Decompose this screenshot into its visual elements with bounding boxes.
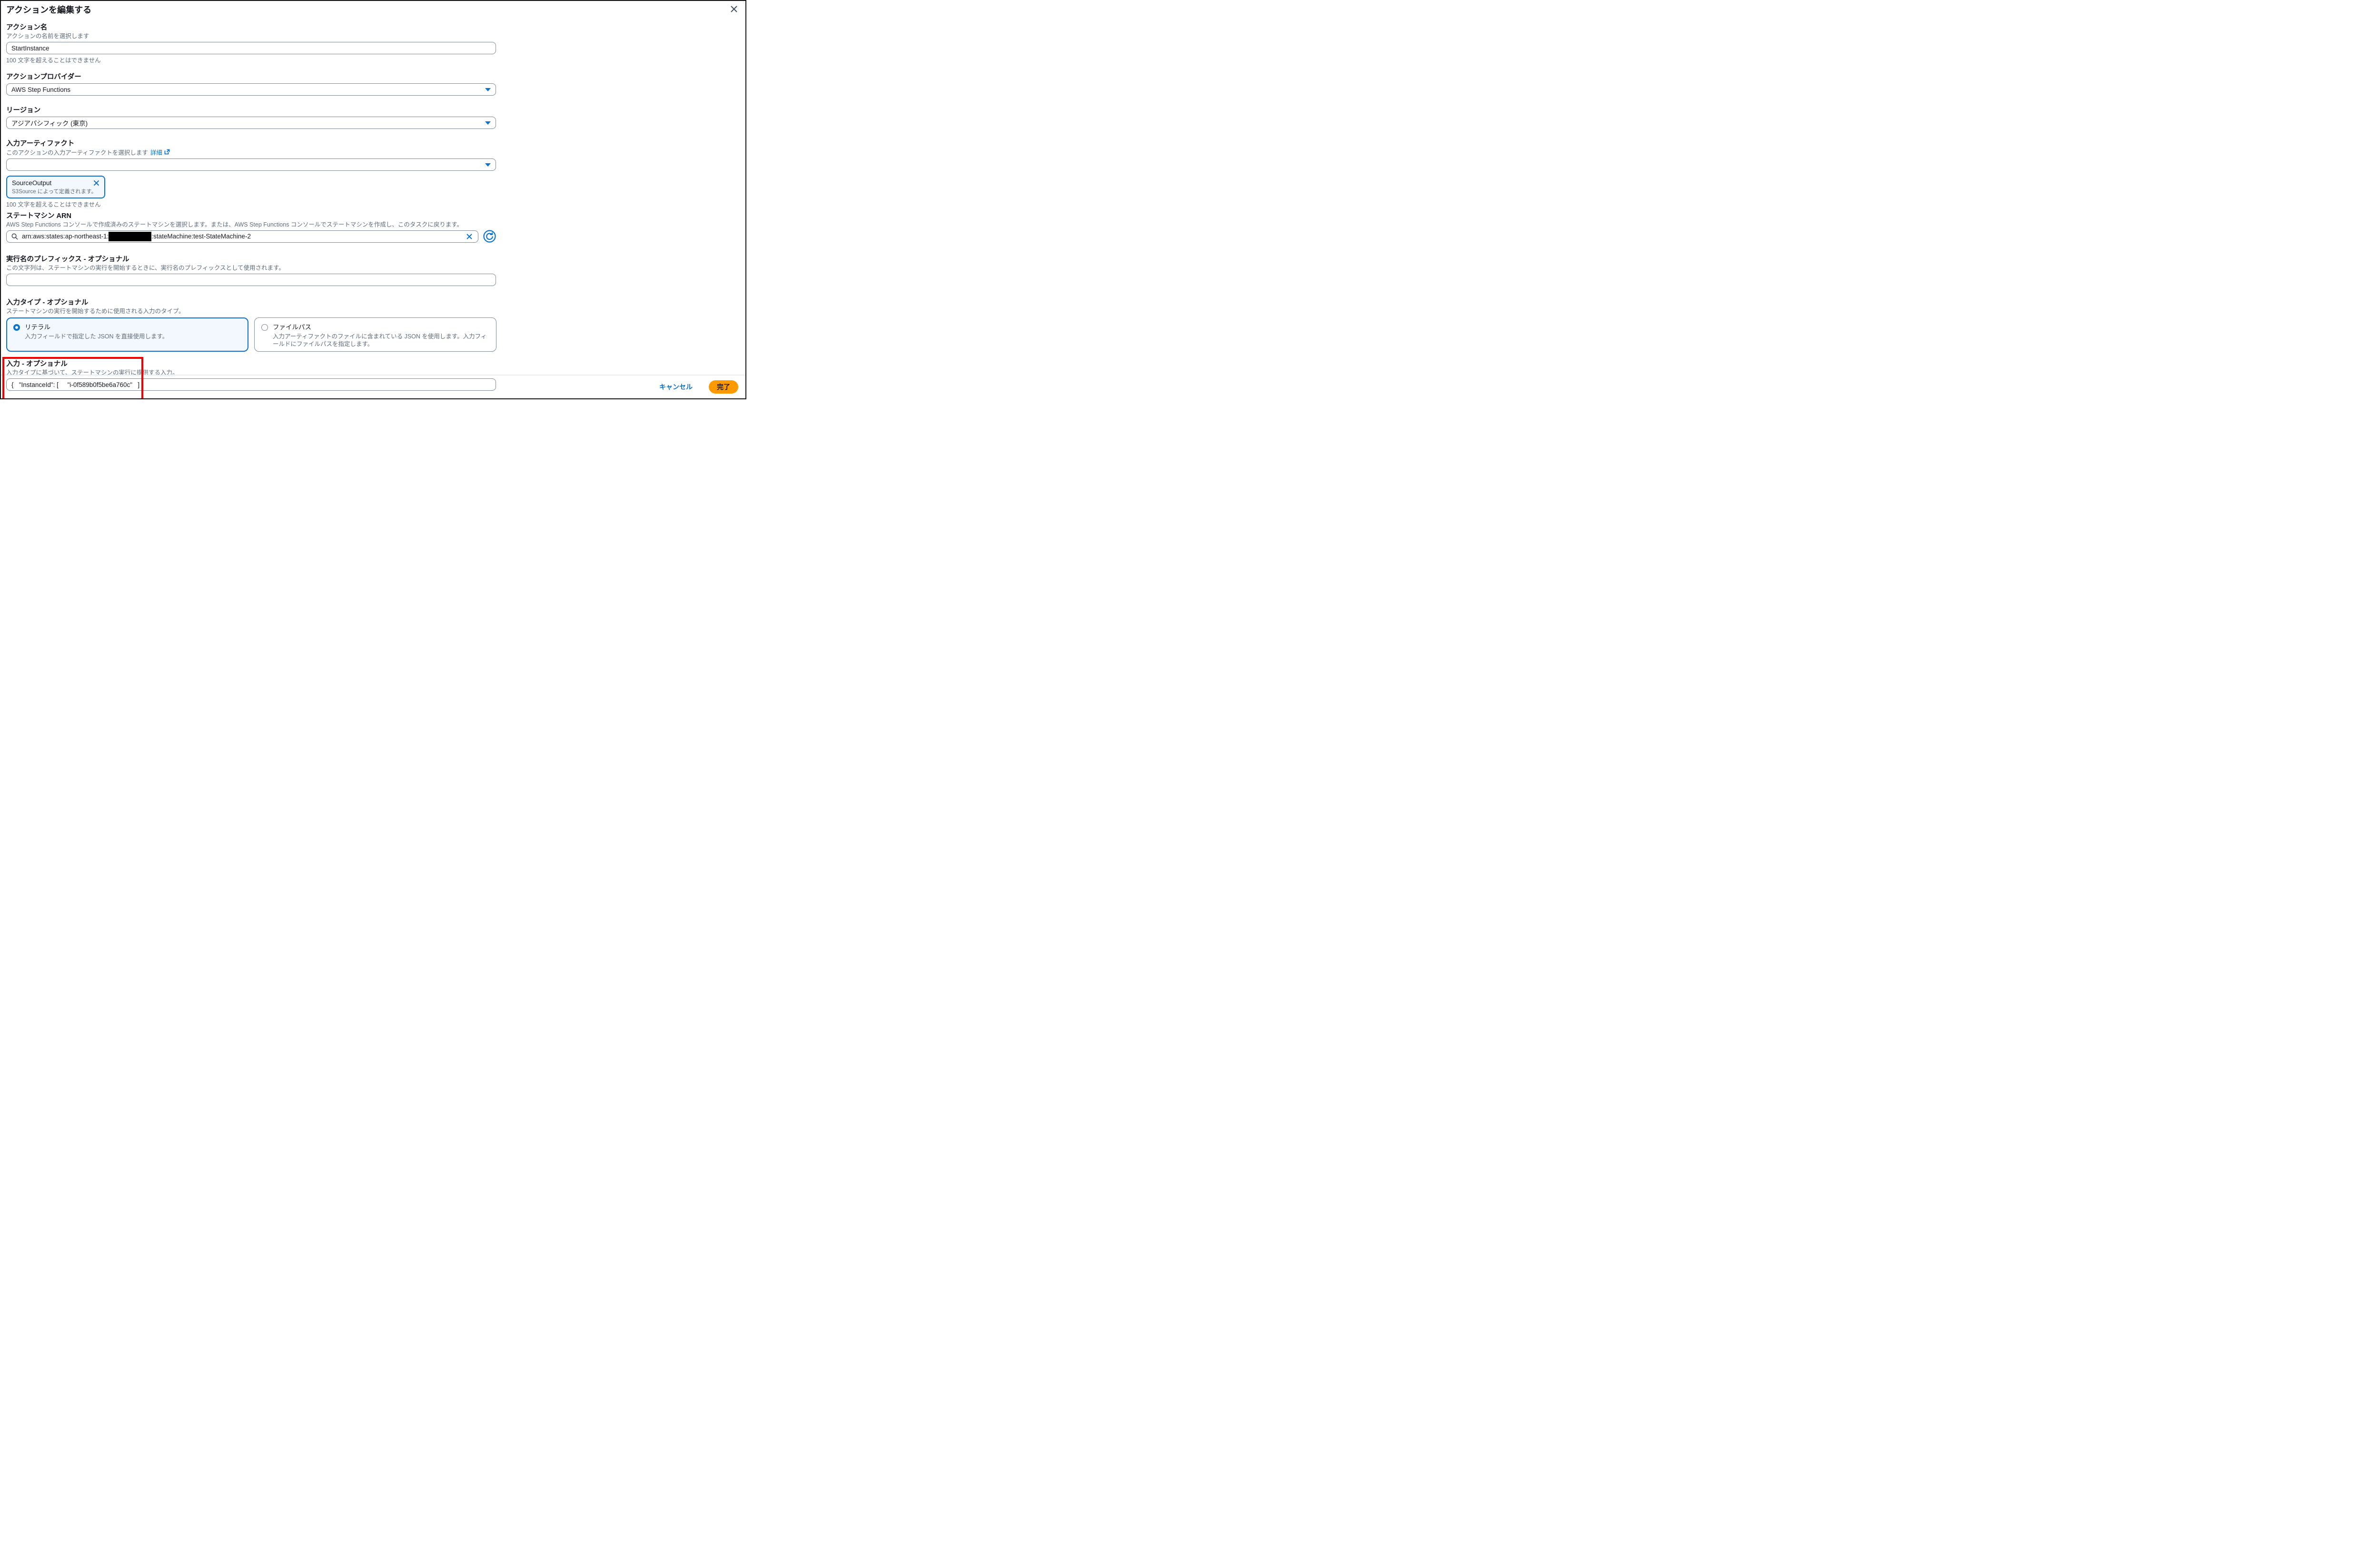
input-type-description: ステートマシンの実行を開始するために使用される入力のタイプ。 [6, 308, 739, 315]
dropdown-caret-icon [485, 121, 491, 125]
action-provider-group: アクションプロバイダー AWS Step Functions [6, 73, 739, 96]
input-type-option-description: 入力アーティファクトのファイルに含まれている JSON を使用します。入力フィー… [273, 333, 489, 348]
state-machine-arn-value: arn:aws:states:ap-northeast-1: :stateMac… [22, 232, 462, 241]
execution-prefix-group: 実行名のプレフィックス - オプショナル この文字列は、ステートマシンの実行を開… [6, 256, 739, 286]
artifact-chip-sourceoutput: SourceOutput S3Source によって定義されます。 [6, 176, 105, 198]
close-icon [730, 5, 738, 15]
action-provider-value: AWS Step Functions [11, 86, 70, 93]
refresh-button[interactable] [483, 230, 496, 243]
region-label: リージョン [6, 107, 739, 115]
action-name-hint: 100 文字を超えることはできません [6, 57, 739, 64]
radio-selected-icon[interactable] [13, 324, 20, 331]
clear-button[interactable] [466, 233, 473, 240]
input-artifacts-group: 入力アーティファクト このアクションの入力アーティファクトを選択します 詳細 S… [6, 140, 739, 208]
artifact-chip-description: S3Source によって定義されます。 [12, 188, 100, 195]
input-type-option-filepath[interactable]: ファイルパス 入力アーティファクトのファイルに含まれている JSON を使用しま… [254, 317, 496, 352]
action-provider-label: アクションプロバイダー [6, 73, 739, 81]
input-artifacts-label: 入力アーティファクト [6, 140, 739, 148]
state-machine-arn-input[interactable]: arn:aws:states:ap-northeast-1: :stateMac… [6, 230, 478, 243]
state-machine-arn-description: AWS Step Functions コンソールで作成済みのステートマシンを選択… [6, 221, 739, 228]
execution-prefix-label: 実行名のプレフィックス - オプショナル [6, 256, 739, 264]
action-name-description: アクションの名前を選択します [6, 33, 739, 40]
dropdown-caret-icon [485, 88, 491, 91]
region-select[interactable]: アジアパシフィック (東京) [6, 117, 496, 129]
done-button[interactable]: 完了 [709, 380, 738, 394]
action-provider-select[interactable]: AWS Step Functions [6, 83, 496, 96]
close-button[interactable] [730, 6, 738, 14]
cancel-button[interactable]: キャンセル [656, 382, 695, 392]
input-json-label: 入力 - オプショナル [6, 360, 739, 368]
dialog-footer: キャンセル 完了 [1, 375, 745, 398]
dialog-title: アクションを編集する [6, 5, 739, 15]
edit-action-dialog: アクションを編集する アクション名 アクションの名前を選択します 100 文字を… [0, 0, 746, 399]
input-type-group: 入力タイプ - オプショナル ステートマシンの実行を開始するために使用される入力… [6, 299, 739, 352]
dropdown-caret-icon [485, 163, 491, 167]
detail-link[interactable]: 詳細 [150, 149, 170, 157]
input-type-option-label: リテラル [25, 323, 168, 331]
chip-remove-button[interactable] [93, 180, 100, 187]
region-value: アジアパシフィック (東京) [11, 118, 88, 128]
action-name-input[interactable] [6, 42, 496, 54]
action-name-label: アクション名 [6, 24, 739, 32]
artifact-chip-name: SourceOutput [12, 179, 100, 187]
input-artifacts-hint: 100 文字を超えることはできません [6, 201, 739, 208]
state-machine-arn-group: ステートマシン ARN AWS Step Functions コンソールで作成済… [6, 212, 739, 243]
search-icon [11, 233, 18, 240]
state-machine-arn-label: ステートマシン ARN [6, 212, 739, 220]
external-link-icon [164, 149, 170, 157]
input-artifacts-select[interactable] [6, 158, 496, 171]
redaction-box [109, 232, 151, 241]
input-type-option-description: 入力フィールドで指定した JSON を直接使用します。 [25, 333, 168, 340]
input-type-label: 入力タイプ - オプショナル [6, 299, 739, 307]
input-type-option-label: ファイルパス [273, 323, 489, 331]
execution-prefix-description: この文字列は、ステートマシンの実行を開始するときに、実行名のプレフィックスとして… [6, 265, 739, 272]
region-group: リージョン アジアパシフィック (東京) [6, 107, 739, 129]
execution-prefix-input[interactable] [6, 274, 496, 286]
input-type-option-literal[interactable]: リテラル 入力フィールドで指定した JSON を直接使用します。 [6, 317, 248, 352]
radio-unselected-icon[interactable] [261, 324, 268, 331]
action-name-group: アクション名 アクションの名前を選択します 100 文字を超えることはできません [6, 24, 739, 64]
input-artifacts-description: このアクションの入力アーティファクトを選択します 詳細 [6, 149, 739, 157]
